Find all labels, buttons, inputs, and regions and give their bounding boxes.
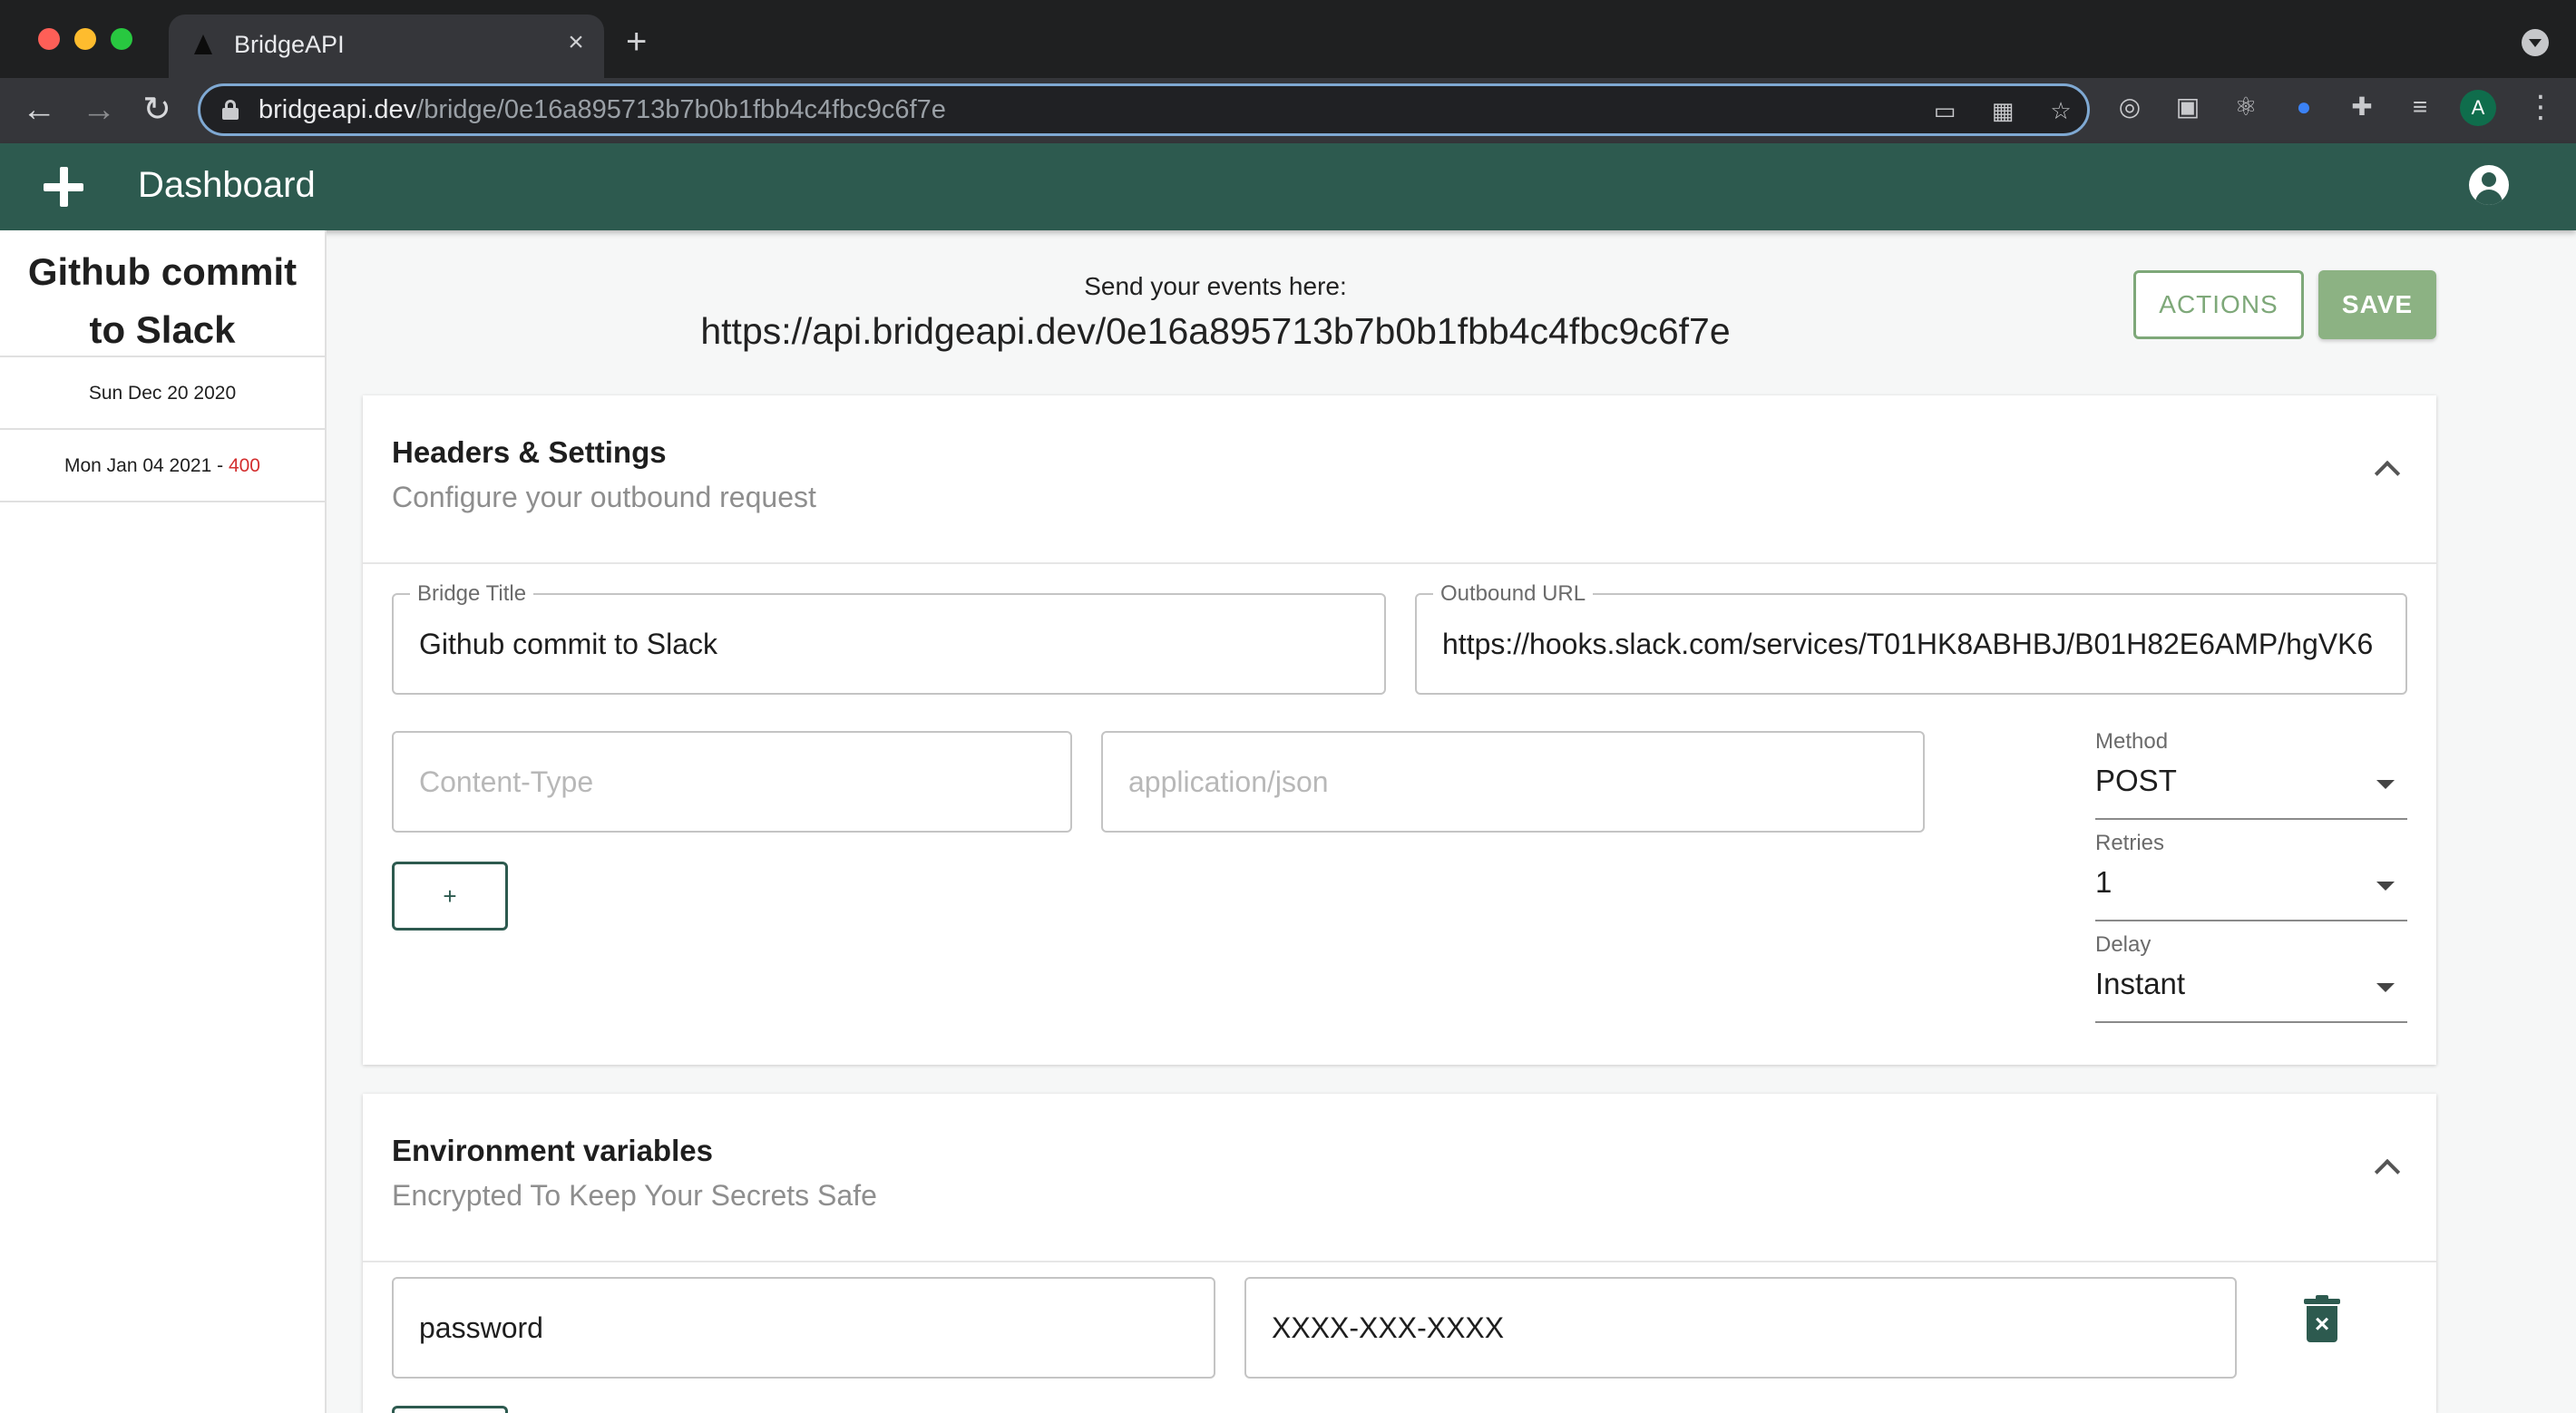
sidebar: Github commit to Slack Sun Dec 20 2020 M… [0, 230, 327, 1413]
panel-title: Environment variables [392, 1134, 713, 1167]
lock-icon[interactable] [222, 100, 239, 120]
chevron-up-icon[interactable] [2374, 1158, 2401, 1185]
method-select[interactable]: Method POST [2095, 729, 2407, 823]
bridge-name-heading: Github commit to Slack [0, 230, 325, 357]
bookmark-star-icon[interactable]: ☆ [2047, 98, 2074, 123]
inbound-endpoint-url: https://api.bridgeapi.dev/0e16a895713b7b… [700, 310, 1731, 352]
chevron-up-icon[interactable] [2374, 460, 2401, 487]
extension-r-icon[interactable]: ▣ [2171, 91, 2204, 123]
extension-drop-icon[interactable]: ● [2288, 91, 2320, 123]
extension-react-icon[interactable]: ⚛ [2230, 91, 2262, 123]
window-minimize-button[interactable] [74, 28, 96, 50]
environment-variables-header[interactable]: Environment variables Encrypted To Keep … [363, 1094, 2436, 1262]
window-close-button[interactable] [38, 28, 60, 50]
dropdown-arrow-icon[interactable] [2376, 882, 2395, 891]
address-bar[interactable]: bridgeapi.dev/bridge/0e16a895713b7b0b1fb… [198, 83, 2090, 136]
add-bridge-icon[interactable] [40, 163, 87, 210]
tab-search-icon[interactable] [2522, 29, 2549, 56]
event-list-item[interactable]: Sun Dec 20 2020 [0, 357, 325, 430]
outbound-url-field[interactable]: Outbound URL https://hooks.slack.com/ser… [1415, 581, 2407, 695]
select-value: POST [2095, 764, 2177, 797]
select-value: Instant [2095, 967, 2186, 1000]
select-label: Retries [2095, 831, 2165, 855]
panel-subtitle: Configure your outbound request [392, 481, 816, 513]
env-var-value-input[interactable]: XXXX-XXX-XXXX [1244, 1277, 2237, 1379]
header-value-input[interactable]: application/json [1101, 731, 1925, 833]
tab-close-icon[interactable]: × [561, 27, 591, 58]
extension-target-icon[interactable]: ◎ [2113, 91, 2146, 123]
dropdown-arrow-icon[interactable] [2376, 780, 2395, 789]
env-var-key-input[interactable]: password [392, 1277, 1215, 1379]
send-events-label: Send your events here: [1084, 272, 1347, 300]
save-button[interactable]: SAVE [2318, 270, 2436, 339]
event-date: Sun Dec 20 2020 [88, 383, 237, 404]
actions-button[interactable]: ACTIONS [2133, 270, 2304, 339]
field-value[interactable]: XXXX-XXX-XXXX [1272, 1279, 2217, 1377]
account-icon[interactable] [2469, 165, 2509, 205]
header-key-input[interactable]: Content-Type [392, 731, 1072, 833]
back-arrow-icon[interactable]: ← [18, 89, 60, 131]
browser-tab[interactable]: BridgeAPI × [169, 15, 604, 78]
panel-title: Headers & Settings [392, 435, 667, 469]
add-env-var-button[interactable] [392, 1406, 508, 1413]
add-header-button[interactable]: + [392, 862, 508, 931]
select-label: Method [2095, 729, 2169, 754]
url-text[interactable]: bridgeapi.dev/bridge/0e16a895713b7b0b1fb… [259, 95, 946, 125]
panel-subtitle: Encrypted To Keep Your Secrets Safe [392, 1179, 877, 1212]
new-tab-button[interactable]: + [626, 24, 647, 60]
tab-title: BridgeAPI [234, 31, 345, 58]
delay-select[interactable]: Delay Instant [2095, 932, 2407, 1027]
select-underline [2095, 1021, 2407, 1023]
delete-variable-icon[interactable]: × [2304, 1295, 2340, 1344]
select-underline [2095, 920, 2407, 921]
field-value[interactable]: Github commit to Slack [419, 595, 1366, 693]
window-maximize-button[interactable] [111, 28, 132, 50]
browser-menu-icon[interactable]: ⋮ [2525, 91, 2556, 123]
dashboard-title[interactable]: Dashboard [138, 165, 316, 206]
placeholder-text: application/json [1128, 765, 1329, 798]
event-status-code: 400 [228, 455, 260, 476]
select-label: Delay [2095, 932, 2152, 957]
favicon-icon [194, 34, 212, 54]
event-date: Mon Jan 04 2021 [63, 455, 212, 476]
headers-settings-panel: Headers & Settings Configure your outbou… [363, 395, 2436, 1065]
select-value: 1 [2095, 865, 2113, 899]
event-separator: - [211, 455, 229, 476]
media-queue-icon[interactable]: ≡ [2404, 91, 2436, 123]
cast-icon[interactable]: ▭ [1931, 98, 1958, 123]
placeholder-text: Content-Type [419, 765, 594, 798]
bridge-title-field[interactable]: Bridge Title Github commit to Slack [392, 581, 1386, 695]
field-value[interactable]: password [419, 1279, 1195, 1377]
forward-arrow-icon[interactable]: → [78, 89, 120, 131]
select-underline [2095, 818, 2407, 820]
retries-select[interactable]: Retries 1 [2095, 831, 2407, 925]
reload-icon[interactable]: ↻ [136, 89, 178, 131]
qr-code-icon[interactable]: ▦ [1989, 98, 2016, 123]
environment-variables-panel: Environment variables Encrypted To Keep … [363, 1094, 2436, 1413]
dropdown-arrow-icon[interactable] [2376, 983, 2395, 992]
app-bar: Dashboard [0, 143, 2576, 230]
headers-settings-header[interactable]: Headers & Settings Configure your outbou… [363, 395, 2436, 564]
field-value[interactable]: https://hooks.slack.com/services/T01HK8A… [1442, 595, 2387, 693]
browser-tabstrip: BridgeAPI × + [0, 0, 2576, 78]
browser-profile-avatar[interactable]: A [2460, 90, 2496, 126]
extensions-puzzle-icon[interactable]: ✚ [2346, 91, 2378, 123]
event-list-item[interactable]: Mon Jan 04 2021 - 400 [0, 430, 325, 502]
